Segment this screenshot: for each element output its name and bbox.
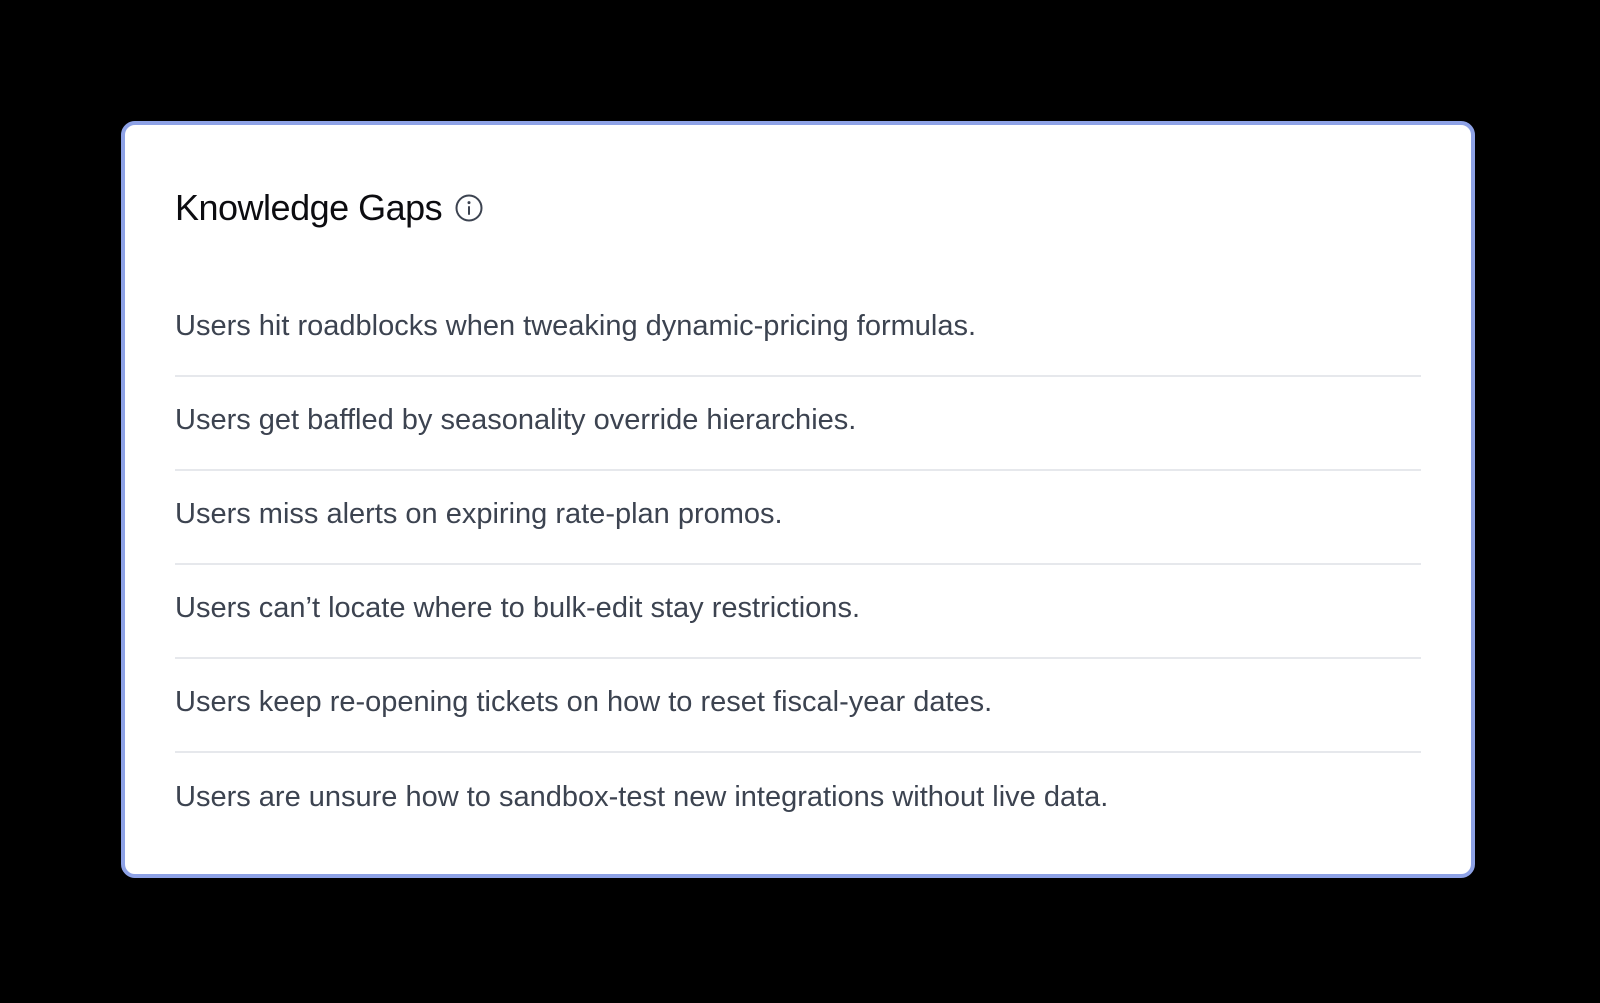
list-item: Users can’t locate where to bulk-edit st… xyxy=(175,563,1421,659)
card-title: Knowledge Gaps xyxy=(175,187,443,228)
gap-text: Users keep re-opening tickets on how to … xyxy=(175,685,993,718)
knowledge-gaps-card: Knowledge Gaps Users hit roadblocks when… xyxy=(121,121,1475,878)
list-item: Users get baffled by seasonality overrid… xyxy=(175,375,1421,471)
list-item: Users are unsure how to sandbox-test new… xyxy=(175,751,1421,847)
info-icon[interactable] xyxy=(454,193,484,223)
list-item: Users hit roadblocks when tweaking dynam… xyxy=(175,281,1421,377)
knowledge-gaps-list: Users hit roadblocks when tweaking dynam… xyxy=(175,281,1421,847)
gap-text: Users can’t locate where to bulk-edit st… xyxy=(175,591,860,624)
gap-text: Users get baffled by seasonality overrid… xyxy=(175,403,857,436)
gap-text: Users miss alerts on expiring rate-plan … xyxy=(175,497,783,530)
list-item: Users miss alerts on expiring rate-plan … xyxy=(175,469,1421,565)
gap-text: Users hit roadblocks when tweaking dynam… xyxy=(175,309,977,342)
card-header: Knowledge Gaps xyxy=(175,183,1421,233)
list-item: Users keep re-opening tickets on how to … xyxy=(175,657,1421,753)
gap-text: Users are unsure how to sandbox-test new… xyxy=(175,780,1109,813)
